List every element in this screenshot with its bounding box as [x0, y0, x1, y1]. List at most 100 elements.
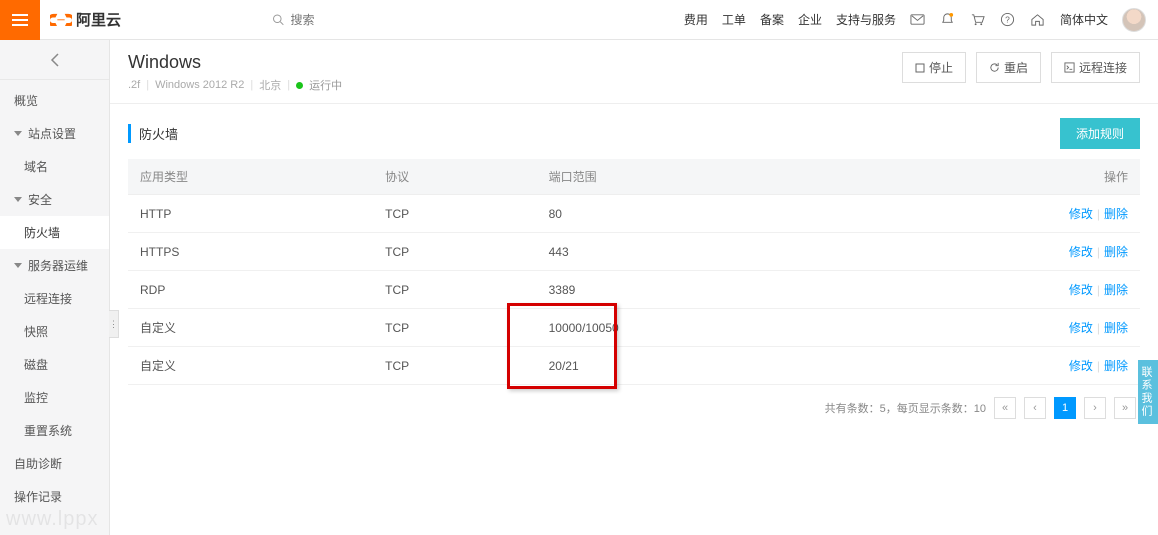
cell-port: 20/21 — [537, 347, 857, 385]
back-button[interactable] — [0, 40, 109, 80]
sidebar-item-label: 安全 — [28, 191, 52, 208]
sidebar-item[interactable]: 远程连接 — [0, 282, 109, 315]
pager-summary: 共有条数：5，每页显示条数：10 — [825, 400, 986, 416]
sidebar-item-label: 操作记录 — [14, 488, 62, 505]
caret-down-icon — [14, 131, 22, 136]
delete-link[interactable]: 删除 — [1104, 245, 1128, 259]
pager-prev-button[interactable]: ‹ — [1024, 397, 1046, 419]
sidebar-item-label: 防火墙 — [24, 224, 60, 241]
cart-icon[interactable] — [970, 12, 986, 28]
cell-actions: 修改|删除 — [857, 195, 1140, 233]
sidebar-item[interactable]: 安全 — [0, 183, 109, 216]
search-input[interactable] — [291, 13, 533, 27]
cell-actions: 修改|删除 — [857, 347, 1140, 385]
edit-link[interactable]: 修改 — [1069, 207, 1093, 221]
sidebar-item[interactable]: 站点设置 — [0, 117, 109, 150]
add-rule-button[interactable]: 添加规则 — [1060, 118, 1140, 149]
region-label: 北京 — [259, 77, 281, 93]
delete-link[interactable]: 删除 — [1104, 207, 1128, 221]
sidebar-item[interactable]: 重置系统 — [0, 414, 109, 447]
cell-port: 80 — [537, 195, 857, 233]
sidebar-item-label: 域名 — [24, 158, 48, 175]
restart-button[interactable]: 重启 — [976, 52, 1041, 83]
table-row: HTTPTCP80修改|删除 — [128, 195, 1140, 233]
language-selector[interactable]: 简体中文 — [1060, 11, 1108, 28]
edit-link[interactable]: 修改 — [1069, 359, 1093, 373]
cell-port: 10000/10050 — [537, 309, 857, 347]
pager-last-button[interactable]: » — [1114, 397, 1136, 419]
logo-icon — [50, 12, 72, 28]
home-icon[interactable] — [1030, 12, 1046, 28]
sidebar-item-label: 自助诊断 — [14, 455, 62, 472]
search-box[interactable] — [272, 13, 532, 27]
sidebar-item[interactable]: 概览 — [0, 84, 109, 117]
logo[interactable]: 阿里云 — [50, 9, 121, 30]
sidebar-item-label: 站点设置 — [28, 125, 76, 142]
avatar[interactable] — [1122, 8, 1146, 32]
nav-link-support[interactable]: 支持与服务 — [836, 11, 896, 28]
table-row: RDPTCP3389修改|删除 — [128, 271, 1140, 309]
sidebar-item[interactable]: 服务器运维 — [0, 249, 109, 282]
menu-toggle-button[interactable] — [0, 0, 40, 40]
pagination: 共有条数：5，每页显示条数：10 « ‹ 1 › » — [128, 385, 1140, 431]
cell-port: 443 — [537, 233, 857, 271]
nav-link-beian[interactable]: 备案 — [760, 11, 784, 28]
edit-link[interactable]: 修改 — [1069, 245, 1093, 259]
pager-first-button[interactable]: « — [994, 397, 1016, 419]
table-row: 自定义TCP10000/10050修改|删除 — [128, 309, 1140, 347]
main-content: Windows .2f | Windows 2012 R2 | 北京 | 运行中… — [110, 40, 1158, 535]
status-text: 运行中 — [309, 77, 342, 93]
chevron-left-icon — [50, 53, 60, 67]
edit-link[interactable]: 修改 — [1069, 321, 1093, 335]
nav-link-enterprise[interactable]: 企业 — [798, 11, 822, 28]
feedback-tab[interactable]: 联系我们 — [1138, 360, 1158, 424]
sidebar-item[interactable]: 快照 — [0, 315, 109, 348]
stop-icon — [915, 63, 925, 73]
cell-proto: TCP — [373, 347, 536, 385]
cell-type: HTTPS — [128, 233, 373, 271]
nav-link-ticket[interactable]: 工单 — [722, 11, 746, 28]
stop-button[interactable]: 停止 — [902, 52, 966, 83]
col-protocol: 协议 — [373, 159, 536, 195]
cell-proto: TCP — [373, 195, 536, 233]
sidebar-item[interactable]: 监控 — [0, 381, 109, 414]
status-dot-icon — [296, 82, 303, 89]
instance-id: .2f — [128, 79, 140, 91]
sidebar-item[interactable]: 磁盘 — [0, 348, 109, 381]
remote-connect-button[interactable]: 远程连接 — [1051, 52, 1140, 83]
page-header: Windows .2f | Windows 2012 R2 | 北京 | 运行中… — [110, 40, 1158, 104]
edit-link[interactable]: 修改 — [1069, 283, 1093, 297]
panel-title: 防火墙 — [128, 124, 178, 143]
pager-page-1[interactable]: 1 — [1054, 397, 1076, 419]
pager-next-button[interactable]: › — [1084, 397, 1106, 419]
delete-link[interactable]: 删除 — [1104, 359, 1128, 373]
sidebar-item[interactable]: 自助诊断 — [0, 447, 109, 480]
sidebar-item[interactable]: 操作记录 — [0, 480, 109, 513]
help-icon[interactable]: ? — [1000, 12, 1016, 28]
table-row: 自定义TCP20/21修改|删除 — [128, 347, 1140, 385]
cell-port: 3389 — [537, 271, 857, 309]
nav-link-billing[interactable]: 费用 — [684, 11, 708, 28]
message-icon[interactable] — [910, 12, 926, 28]
top-nav-right: 费用 工单 备案 企业 支持与服务 ? 简体中文 — [684, 8, 1158, 32]
cell-actions: 修改|删除 — [857, 233, 1140, 271]
sidebar-item-label: 远程连接 — [24, 290, 72, 307]
sidebar-item-label: 服务器运维 — [28, 257, 88, 274]
cell-type: 自定义 — [128, 347, 373, 385]
delete-link[interactable]: 删除 — [1104, 321, 1128, 335]
sidebar: 概览站点设置域名安全防火墙服务器运维远程连接快照磁盘监控重置系统自助诊断操作记录… — [0, 40, 110, 535]
os-label: Windows 2012 R2 — [155, 79, 244, 91]
sidebar-item-label: 磁盘 — [24, 356, 48, 373]
cell-type: HTTP — [128, 195, 373, 233]
bell-icon[interactable] — [940, 12, 956, 28]
sidebar-item[interactable]: 域名 — [0, 150, 109, 183]
firewall-table: 应用类型 协议 端口范围 操作 HTTPTCP80修改|删除HTTPSTCP44… — [128, 159, 1140, 385]
cell-type: RDP — [128, 271, 373, 309]
sidebar-item[interactable]: 防火墙 — [0, 216, 109, 249]
caret-down-icon — [14, 197, 22, 202]
sidebar-collapse-handle[interactable]: ⋮ — [109, 310, 119, 338]
delete-link[interactable]: 删除 — [1104, 283, 1128, 297]
svg-text:?: ? — [1006, 14, 1011, 24]
logo-text: 阿里云 — [76, 9, 121, 30]
cell-actions: 修改|删除 — [857, 309, 1140, 347]
